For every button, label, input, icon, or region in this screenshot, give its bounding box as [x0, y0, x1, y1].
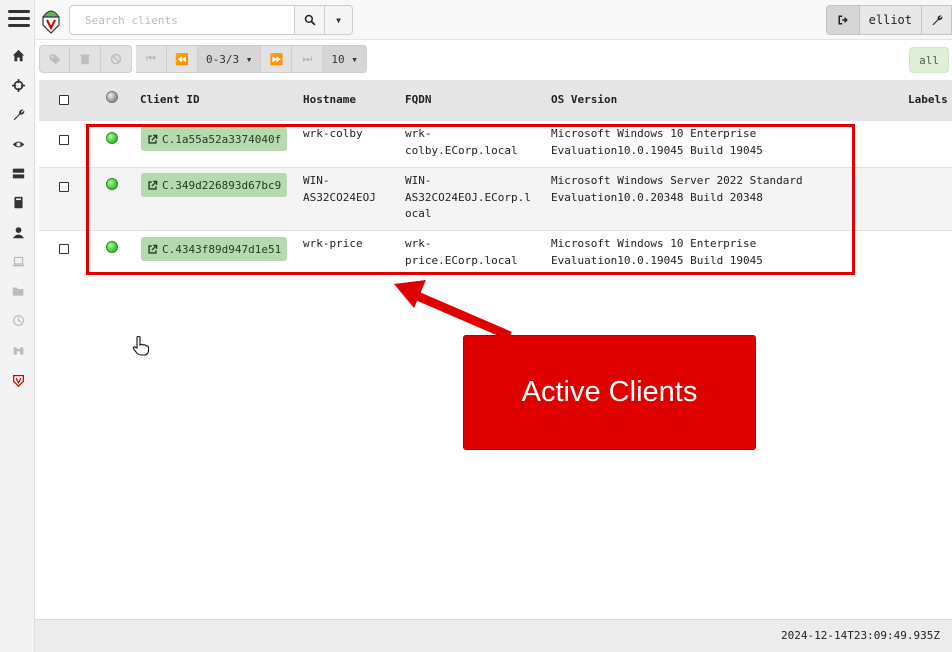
caret-down-icon: ▾ [239, 52, 253, 66]
row-checkbox[interactable] [59, 135, 69, 145]
page-size-label: 10 [331, 52, 345, 66]
column-header-client-id[interactable]: Client ID [140, 93, 200, 106]
server-icon[interactable] [9, 164, 27, 182]
trash-icon [80, 54, 90, 65]
active-clients-callout: Active Clients [463, 335, 756, 450]
hostname-cell: wrk-price [303, 237, 363, 250]
rewind-icon: ⏪ [175, 52, 189, 66]
table-row[interactable]: C.349d226893d67bc9 WIN- AS32CO24EOJ WIN- A… [39, 167, 952, 230]
velociraptor-logo-icon[interactable] [39, 5, 63, 35]
client-id-text: C.349d226893d67bc9 [162, 178, 282, 192]
online-status-icon [106, 241, 118, 253]
delete-clients-button[interactable] [70, 45, 101, 73]
client-id-link[interactable]: C.1a55a52a3374040f [141, 127, 288, 151]
search-icon [304, 14, 315, 26]
client-id-text: C.4343f89d947d1e51 [162, 242, 282, 256]
server-timestamp: 2024-12-14T23:09:49.935Z [781, 629, 940, 642]
caret-down-icon: ▼ [336, 15, 341, 25]
column-header-fqdn[interactable]: FQDN [405, 93, 432, 106]
laptop-icon[interactable] [9, 252, 27, 270]
previous-page-button[interactable]: ⏪ [167, 45, 198, 73]
quarantine-button[interactable] [101, 45, 132, 73]
top-bar: ▼ elliot [35, 0, 952, 40]
last-page-icon: ⏭ [302, 52, 313, 65]
fqdn-cell: wrk-price.ECorp.local [405, 237, 518, 267]
caret-down-icon: ▾ [344, 52, 358, 66]
ban-icon [110, 53, 122, 65]
filter-all-button[interactable]: all [909, 47, 949, 73]
online-status-icon [106, 132, 118, 144]
client-search-group: ▼ [69, 5, 353, 35]
table-row[interactable]: C.4343f89d947d1e51 wrk-price wrk-price.E… [39, 230, 952, 275]
fqdn-cell: WIN- AS32CO24EOJ.ECorp.l ocal [405, 174, 531, 220]
page-size-dropdown[interactable]: 10 ▾ [323, 45, 367, 73]
select-all-checkbox[interactable] [59, 95, 69, 105]
table-header: Client ID Hostname FQDN OS Version Label… [39, 80, 952, 120]
column-header-hostname[interactable]: Hostname [303, 93, 356, 106]
row-checkbox[interactable] [59, 244, 69, 254]
pagination-label: 0-3/3 [206, 52, 240, 66]
username-label[interactable]: elliot [859, 5, 922, 35]
first-page-button[interactable]: ⏮ [136, 45, 167, 73]
user-controls: elliot [825, 5, 952, 35]
search-input[interactable] [69, 5, 295, 35]
home-icon[interactable] [9, 46, 27, 64]
table-row[interactable]: C.1a55a52a3374040f wrk-colby wrk-colby.E… [39, 120, 952, 167]
status-footer: 2024-12-14T23:09:49.935Z [35, 619, 952, 652]
client-id-link[interactable]: C.349d226893d67bc9 [141, 173, 288, 197]
column-header-os-version[interactable]: OS Version [551, 93, 617, 106]
hamburger-menu-icon[interactable] [8, 10, 30, 30]
left-sidebar [0, 0, 35, 652]
clients-table: Client ID Hostname FQDN OS Version Label… [39, 80, 952, 275]
hand-cursor-icon [132, 336, 150, 356]
external-link-icon [148, 180, 158, 190]
sign-out-icon [838, 15, 848, 25]
external-link-icon [148, 134, 158, 144]
label-clients-button[interactable] [39, 45, 70, 73]
user-icon[interactable] [9, 223, 27, 241]
user-settings-button[interactable] [922, 5, 952, 35]
last-page-button[interactable]: ⏭ [292, 45, 324, 73]
folder-open-icon[interactable] [9, 282, 27, 300]
eye-icon[interactable] [9, 135, 27, 153]
client-id-text: C.1a55a52a3374040f [162, 132, 282, 146]
client-id-link[interactable]: C.4343f89d947d1e51 [141, 237, 288, 261]
book-icon[interactable] [9, 193, 27, 211]
os-version-cell: Microsoft Windows 10 Enterprise Evaluatio… [551, 127, 763, 157]
search-options-dropdown[interactable]: ▼ [325, 5, 353, 35]
next-page-button[interactable]: ⏩ [261, 45, 293, 73]
fqdn-cell: wrk-colby.ECorp.local [405, 127, 518, 157]
client-toolbar: ⏮ ⏪ 0-3/3 ▾ ⏩ ⏭ 10 ▾ [39, 45, 367, 73]
pagination-dropdown[interactable]: 0-3/3 ▾ [198, 45, 262, 73]
external-link-icon [148, 244, 158, 254]
wrench-icon [932, 15, 942, 26]
binoculars-icon[interactable] [9, 341, 27, 359]
crosshairs-icon[interactable] [9, 76, 27, 94]
os-version-cell: Microsoft Windows Server 2022 Standard Ev… [551, 174, 803, 204]
velociraptor-shield-icon[interactable] [9, 371, 27, 389]
tags-icon [49, 54, 60, 65]
fast-forward-icon: ⏩ [269, 52, 284, 66]
search-button[interactable] [295, 5, 325, 35]
hostname-cell: WIN- AS32CO24EOJ [303, 174, 376, 204]
online-status-icon [106, 178, 118, 190]
os-version-cell: Microsoft Windows 10 Enterprise Evaluatio… [551, 237, 763, 267]
logout-button[interactable] [825, 5, 860, 35]
first-page-icon: ⏮ [146, 52, 156, 65]
history-icon[interactable] [9, 311, 27, 329]
status-header-icon [106, 91, 118, 103]
column-header-labels[interactable]: Labels [908, 93, 948, 106]
wrench-icon[interactable] [9, 105, 27, 123]
hostname-cell: wrk-colby [303, 127, 363, 140]
row-checkbox[interactable] [59, 182, 69, 192]
